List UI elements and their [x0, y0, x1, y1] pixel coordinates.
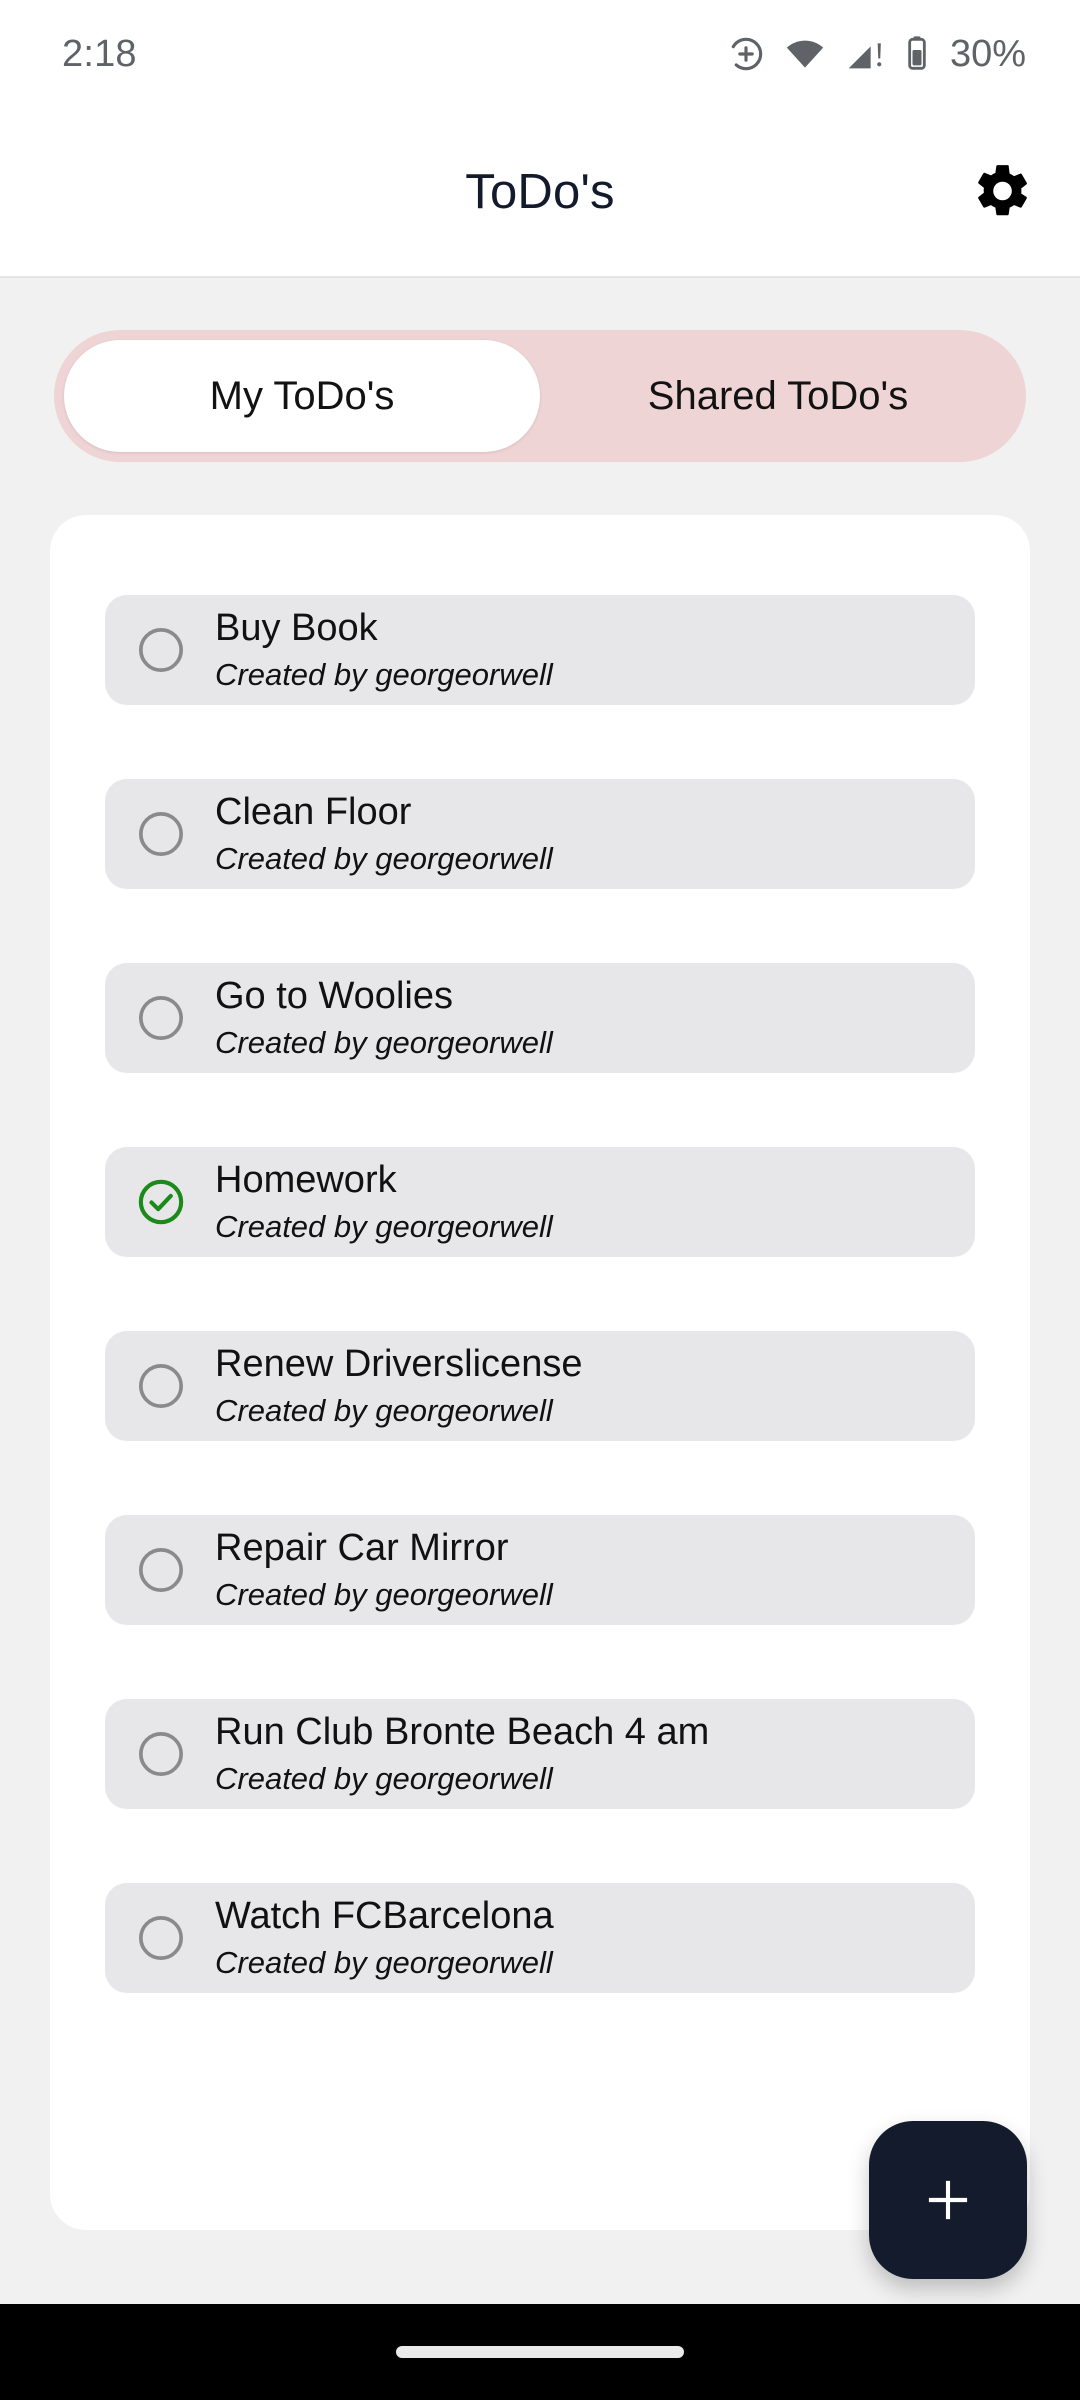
app-screen: 2:18 30% ToDo's My ToDo's Shared ToDo's …: [0, 0, 1080, 2400]
checkbox-unchecked-icon[interactable]: [135, 808, 187, 860]
tab-bar: My ToDo's Shared ToDo's: [54, 330, 1026, 462]
battery-percent-label: 30%: [949, 33, 1026, 75]
list-item-subtitle: Created by georgeorwell: [215, 840, 553, 876]
list-item[interactable]: Homework Created by georgeorwell: [105, 1147, 975, 1257]
list-item-text: Repair Car Mirror Created by georgeorwel…: [215, 1527, 553, 1613]
tab-shared-todos-label: Shared ToDo's: [647, 373, 909, 418]
gesture-handle[interactable]: [396, 2346, 684, 2358]
list-item-text: Homework Created by georgeorwell: [215, 1159, 553, 1245]
plus-icon: [917, 2169, 979, 2231]
list-item-title: Buy Book: [215, 607, 378, 650]
tab-my-todos-label: My ToDo's: [209, 373, 395, 418]
app-bar: ToDo's: [0, 108, 1080, 278]
list-item-subtitle: Created by georgeorwell: [215, 1024, 553, 1060]
list-item-subtitle: Created by georgeorwell: [215, 1208, 553, 1244]
list-item-title: Go to Woolies: [215, 975, 453, 1018]
checkbox-unchecked-icon[interactable]: [135, 1360, 187, 1412]
checkbox-checked-icon[interactable]: [135, 1176, 187, 1228]
add-todo-fab[interactable]: [869, 2121, 1027, 2279]
page-title: ToDo's: [465, 165, 615, 219]
todo-card: Buy Book Created by georgeorwell Clean F…: [50, 515, 1030, 2230]
todo-list: Buy Book Created by georgeorwell Clean F…: [105, 595, 975, 1993]
list-item-title: Clean Floor: [215, 791, 412, 834]
list-item-text: Go to Woolies Created by georgeorwell: [215, 975, 553, 1061]
list-item-subtitle: Created by georgeorwell: [215, 1944, 553, 1980]
list-item-title: Watch FCBarcelona: [215, 1895, 554, 1938]
battery-icon: [903, 34, 931, 74]
list-item[interactable]: Clean Floor Created by georgeorwell: [105, 779, 975, 889]
list-item-title: Renew Driverslicense: [215, 1343, 583, 1386]
checkbox-unchecked-icon[interactable]: [135, 992, 187, 1044]
data-saver-icon: [726, 34, 766, 74]
cellular-signal-alert-icon: [844, 34, 886, 74]
list-item-subtitle: Created by georgeorwell: [215, 1576, 553, 1612]
list-item-title: Run Club Bronte Beach 4 am: [215, 1711, 710, 1754]
list-item-title: Repair Car Mirror: [215, 1527, 509, 1570]
list-item-text: Run Club Bronte Beach 4 am Created by ge…: [215, 1711, 709, 1797]
list-item-subtitle: Created by georgeorwell: [215, 656, 553, 692]
list-item[interactable]: Repair Car Mirror Created by georgeorwel…: [105, 1515, 975, 1625]
system-navigation-bar: [0, 2304, 1080, 2400]
gear-icon: [971, 160, 1033, 225]
wifi-icon: [783, 34, 827, 74]
list-item-text: Renew Driverslicense Created by georgeor…: [215, 1343, 582, 1429]
checkbox-unchecked-icon[interactable]: [135, 1728, 187, 1780]
list-item-subtitle: Created by georgeorwell: [215, 1760, 553, 1796]
checkbox-unchecked-icon[interactable]: [135, 624, 187, 676]
status-icon-group: 30%: [726, 34, 1026, 74]
status-bar: 2:18 30%: [0, 0, 1080, 108]
list-item-text: Watch FCBarcelona Created by georgeorwel…: [215, 1895, 554, 1981]
tab-shared-todos[interactable]: Shared ToDo's: [540, 340, 1016, 452]
list-item-title: Homework: [215, 1159, 397, 1202]
checkbox-unchecked-icon[interactable]: [135, 1912, 187, 1964]
status-clock: 2:18: [62, 33, 137, 75]
list-item[interactable]: Buy Book Created by georgeorwell: [105, 595, 975, 705]
checkbox-unchecked-icon[interactable]: [135, 1544, 187, 1596]
list-item[interactable]: Run Club Bronte Beach 4 am Created by ge…: [105, 1699, 975, 1809]
list-item[interactable]: Go to Woolies Created by georgeorwell: [105, 963, 975, 1073]
list-item-text: Buy Book Created by georgeorwell: [215, 607, 553, 693]
settings-button[interactable]: [960, 150, 1044, 234]
list-item[interactable]: Renew Driverslicense Created by georgeor…: [105, 1331, 975, 1441]
list-item-subtitle: Created by georgeorwell: [215, 1392, 553, 1428]
tab-my-todos[interactable]: My ToDo's: [64, 340, 540, 452]
list-item-text: Clean Floor Created by georgeorwell: [215, 791, 553, 877]
list-item[interactable]: Watch FCBarcelona Created by georgeorwel…: [105, 1883, 975, 1993]
